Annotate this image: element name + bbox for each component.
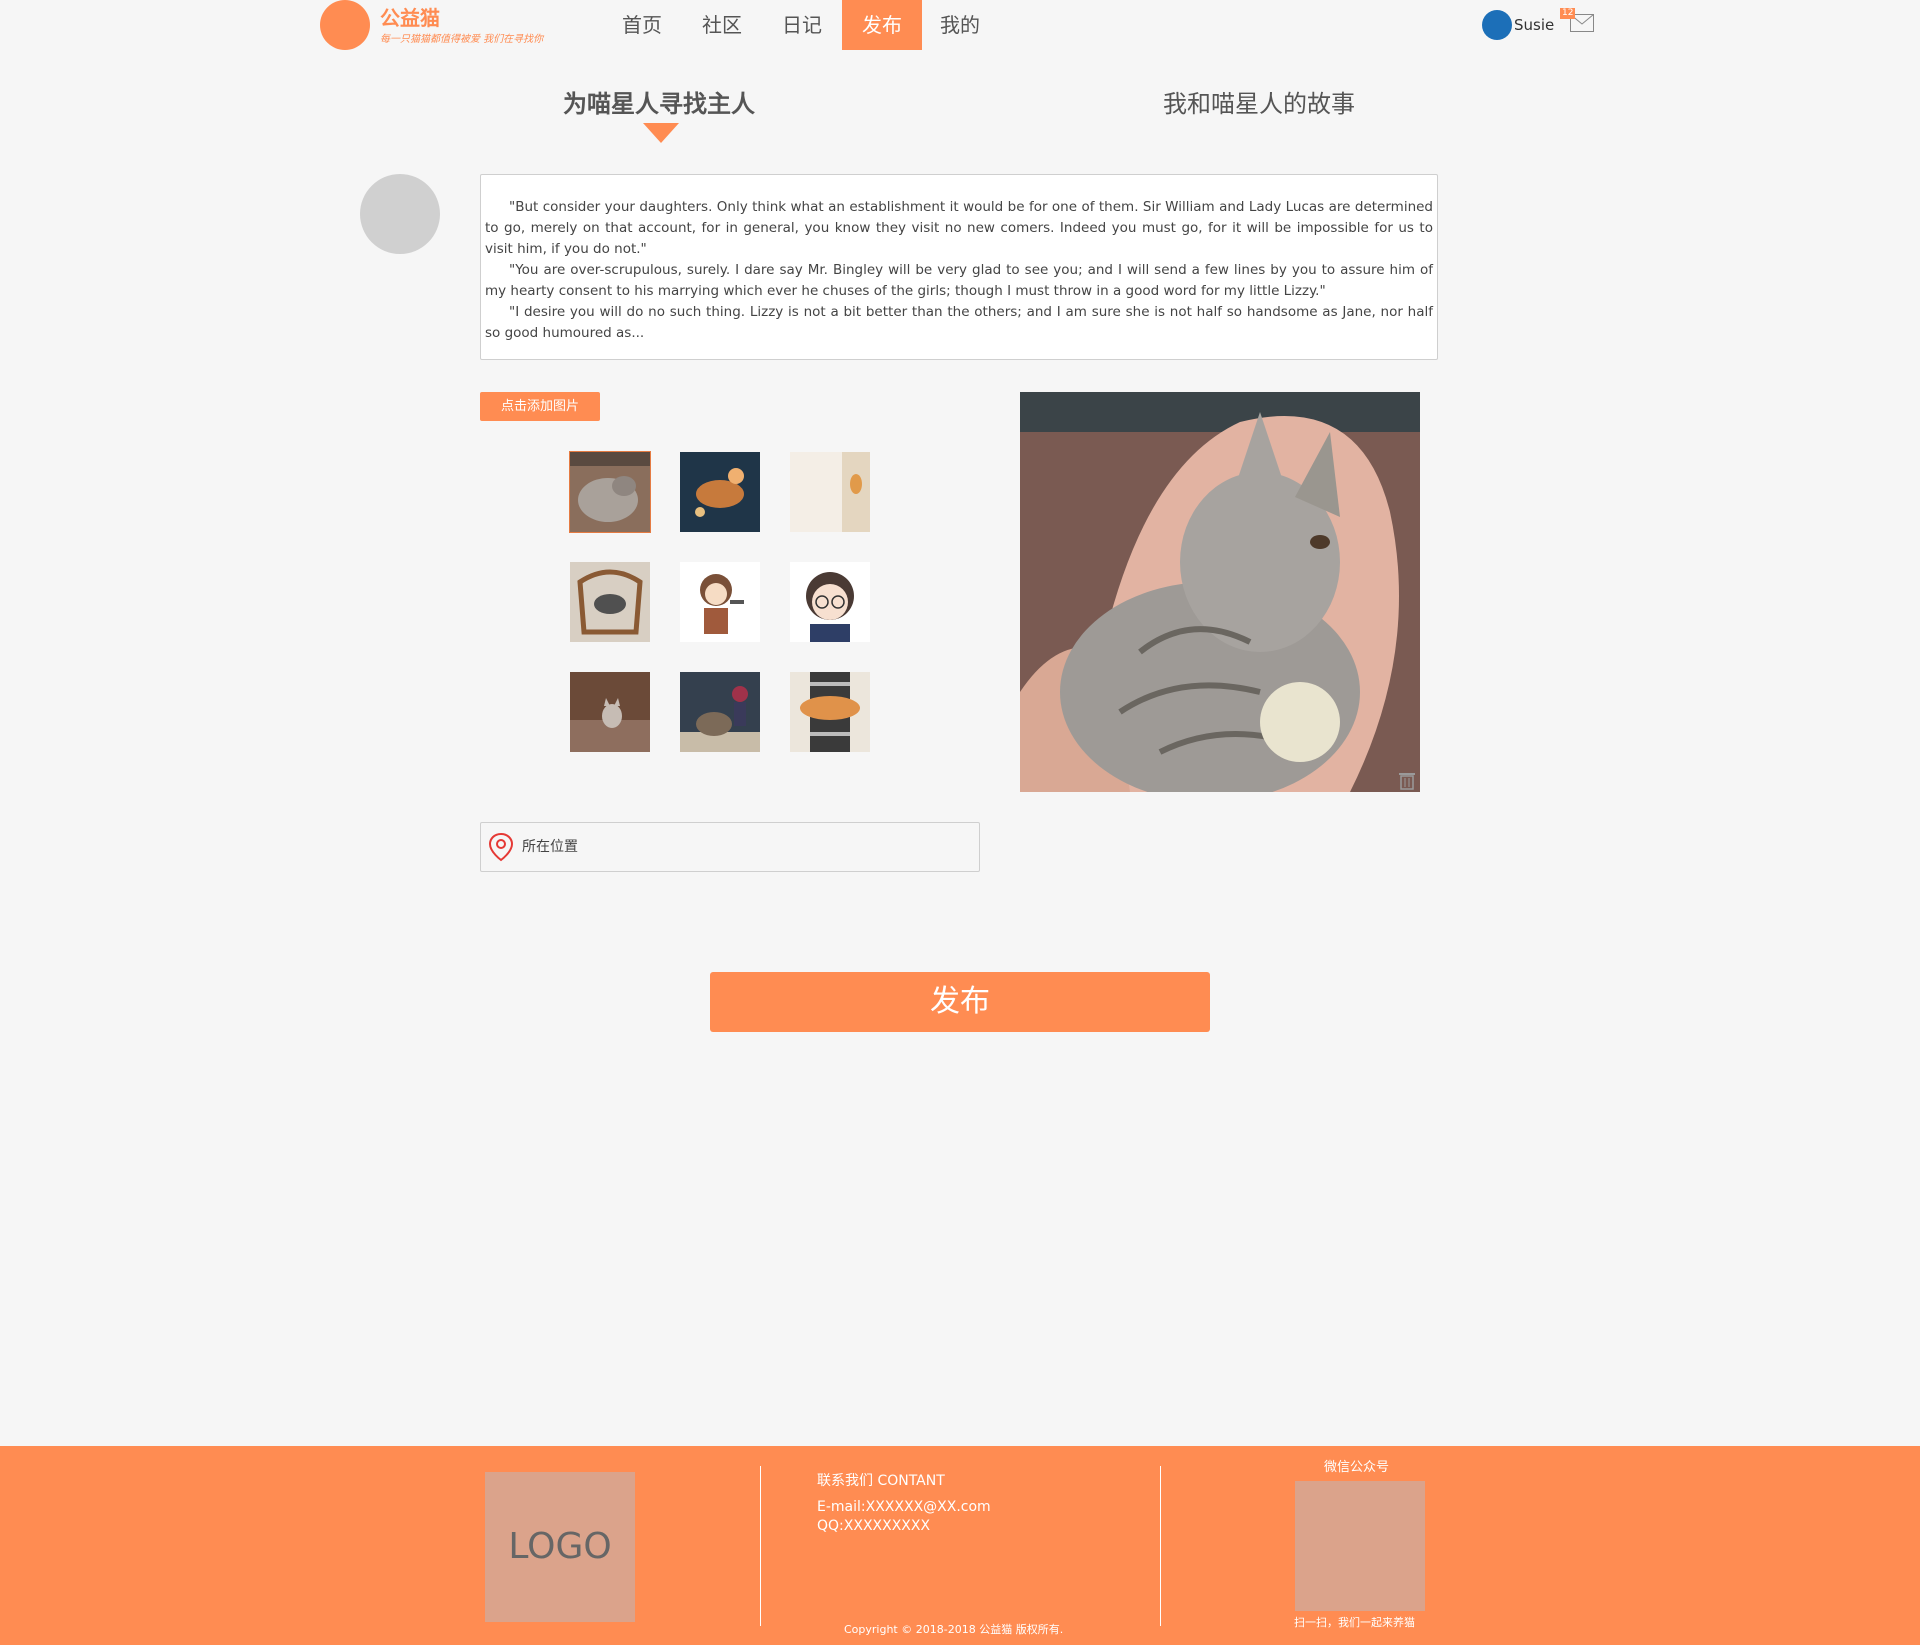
publish-button[interactable]: 发布 xyxy=(710,972,1210,1032)
active-tab-indicator xyxy=(643,123,679,143)
contact-email[interactable]: E-mail:XXXXXX@XX.com xyxy=(817,1499,991,1515)
nav-community[interactable]: 社区 xyxy=(682,0,762,50)
qr-caption: 扫一扫，我们一起来养猫 xyxy=(1294,1616,1415,1629)
tab-stories[interactable]: 我和喵星人的故事 xyxy=(1163,84,1355,119)
footer-divider xyxy=(760,1466,761,1626)
logo[interactable] xyxy=(320,0,370,50)
add-image-button[interactable]: 点击添加图片 xyxy=(480,392,600,421)
post-paragraph: "You are over-scrupulous, surely. I dare… xyxy=(485,262,1433,299)
nav-mine[interactable]: 我的 xyxy=(920,0,1000,50)
location-input[interactable] xyxy=(522,822,962,872)
thumbnail-orange-cat-doorway[interactable] xyxy=(790,452,870,532)
nav-publish[interactable]: 发布 xyxy=(842,0,922,50)
image-preview xyxy=(1020,392,1420,792)
brand-slogan: 每一只猫猫都值得被爱 我们在寻找你 xyxy=(380,34,544,45)
post-paragraph: "I desire you will do no such thing. Liz… xyxy=(485,304,1433,341)
thumbnail-person-orange-cat[interactable] xyxy=(790,672,870,752)
qr-code xyxy=(1295,1481,1425,1611)
post-textarea[interactable]: "But consider your daughters. Only think… xyxy=(480,174,1438,360)
user-name[interactable]: Susie xyxy=(1514,16,1554,34)
copyright: Copyright © 2018-2018 公益猫 版权所有. xyxy=(844,1623,1064,1636)
tab-find-owner[interactable]: 为喵星人寻找主人 xyxy=(563,84,755,119)
footer xyxy=(0,1446,1920,1645)
mail-badge: 12 xyxy=(1560,8,1576,19)
thumbnail-glasses-boy[interactable] xyxy=(790,562,870,642)
post-avatar xyxy=(360,174,440,254)
thumbnail-cat-toy-figure[interactable] xyxy=(680,672,760,752)
footer-divider xyxy=(1160,1466,1161,1626)
nav-diary[interactable]: 日记 xyxy=(762,0,842,50)
footer-logo: LOGO xyxy=(485,1472,635,1622)
brand-name: 公益猫 xyxy=(380,6,440,30)
post-paragraph: "But consider your daughters. Only think… xyxy=(485,199,1433,257)
thumbnail-tabby-cat[interactable] xyxy=(569,451,651,533)
avatar[interactable] xyxy=(1482,10,1512,40)
thumbnail-anime-boy[interactable] xyxy=(680,562,760,642)
location-pin-icon xyxy=(488,832,514,862)
thumbnail-cat-lights[interactable] xyxy=(680,452,760,532)
thumbnail-cat-chair[interactable] xyxy=(570,562,650,642)
nav-home[interactable]: 首页 xyxy=(602,0,682,50)
contact-qq: QQ:XXXXXXXXX xyxy=(817,1518,931,1534)
trash-icon[interactable] xyxy=(1398,770,1416,790)
contact-title: 联系我们 CONTANT xyxy=(817,1473,945,1489)
wechat-title: 微信公众号 xyxy=(1324,1460,1390,1475)
thumbnail-kitten-sofa[interactable] xyxy=(570,672,650,752)
